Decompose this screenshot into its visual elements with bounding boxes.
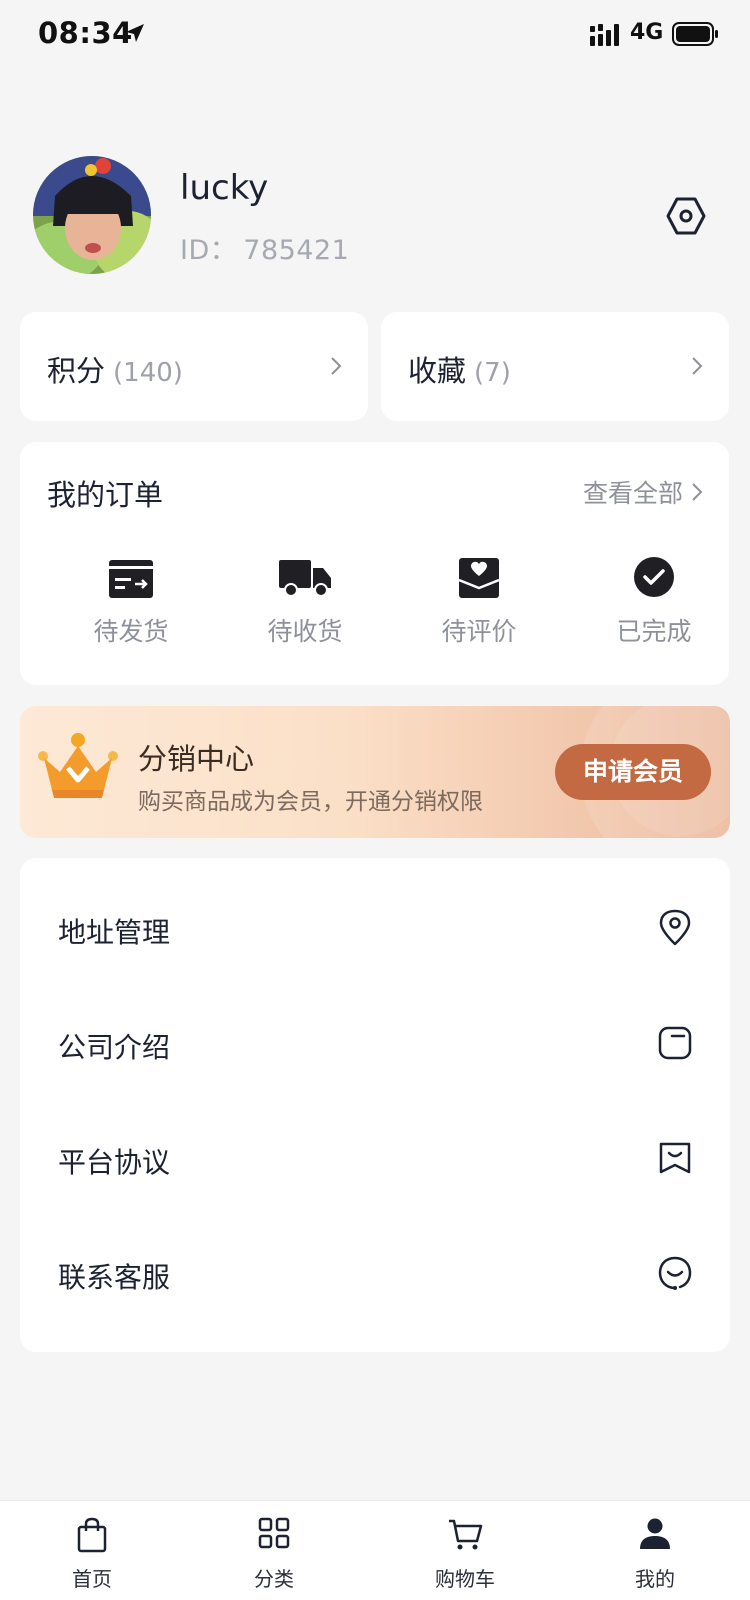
menu-label: 公司介绍 xyxy=(58,1031,171,1064)
agreement-icon xyxy=(659,1142,691,1174)
grid-icon xyxy=(258,1517,290,1549)
order-completed[interactable]: 已完成 xyxy=(594,552,714,648)
apply-member-button[interactable]: 申请会员 xyxy=(555,744,711,800)
heart-envelope-icon xyxy=(459,558,499,598)
username: lucky xyxy=(180,168,269,208)
cart-icon xyxy=(449,1519,483,1550)
menu-label: 联系客服 xyxy=(58,1261,171,1294)
view-all-orders-link[interactable]: 查看全部 xyxy=(583,474,703,510)
points-label: 积分 (140) xyxy=(47,354,183,388)
tab-cart[interactable]: 购物车 xyxy=(415,1517,515,1592)
crown-icon xyxy=(38,733,118,798)
settings-icon[interactable] xyxy=(666,196,706,236)
bottom-tab-bar: 首页 分类 购物车 我的 xyxy=(0,1500,750,1600)
tab-label: 分类 xyxy=(254,1567,294,1591)
order-label: 待收货 xyxy=(267,617,343,646)
chevron-right-icon xyxy=(331,357,342,375)
orders-card: 我的订单 查看全部 待发货 待收货 待评价 已完成 xyxy=(20,442,729,685)
user-id: ID： 785421 xyxy=(180,228,349,267)
menu-label: 平台协议 xyxy=(58,1146,171,1179)
customer-service-icon xyxy=(658,1256,692,1290)
distribution-title: 分销中心 xyxy=(138,742,255,776)
order-label: 已完成 xyxy=(616,617,692,646)
order-label: 待评价 xyxy=(441,617,517,646)
avatar[interactable] xyxy=(33,156,151,274)
order-label: 待发货 xyxy=(93,617,169,646)
points-count: (140) xyxy=(113,358,183,388)
user-icon xyxy=(640,1518,670,1549)
tab-mine[interactable]: 我的 xyxy=(605,1517,705,1592)
distribution-banner[interactable]: 分销中心 购买商品成为会员，开通分销权限 申请会员 xyxy=(20,706,730,838)
order-pending-receipt[interactable]: 待收货 xyxy=(245,552,365,648)
tab-label: 购物车 xyxy=(435,1567,495,1591)
truck-icon xyxy=(279,560,331,597)
user-id-value: 785421 xyxy=(243,235,350,266)
menu-label: 地址管理 xyxy=(58,916,171,949)
chevron-right-icon xyxy=(692,357,703,375)
document-icon xyxy=(658,1026,692,1060)
favorites-card[interactable]: 收藏 (7) xyxy=(381,312,729,421)
status-time: 08:34 xyxy=(38,16,133,50)
menu-item-agreement[interactable]: 平台协议 xyxy=(20,1101,730,1216)
card-transfer-icon xyxy=(109,560,153,598)
menu-item-address[interactable]: 地址管理 xyxy=(20,871,730,986)
favorites-count: (7) xyxy=(474,358,511,388)
tab-category[interactable]: 分类 xyxy=(224,1517,324,1592)
user-id-label: ID： xyxy=(180,235,238,266)
status-bar: 08:34 4G xyxy=(0,0,750,70)
distribution-subtitle: 购买商品成为会员，开通分销权限 xyxy=(138,789,483,815)
view-all-label: 查看全部 xyxy=(582,479,683,508)
battery-icon xyxy=(672,22,718,46)
favorites-label: 收藏 (7) xyxy=(408,354,511,388)
network-type: 4G xyxy=(630,20,664,45)
order-pending-review[interactable]: 待评价 xyxy=(419,552,539,648)
check-circle-icon xyxy=(634,557,674,597)
location-arrow-icon xyxy=(126,24,144,42)
chevron-right-icon xyxy=(692,483,703,501)
orders-title: 我的订单 xyxy=(47,478,164,512)
menu-card: 地址管理 公司介绍 平台协议 联系客服 xyxy=(20,858,730,1352)
location-pin-icon xyxy=(659,909,691,946)
points-card[interactable]: 积分 (140) xyxy=(20,312,368,421)
signal-icon xyxy=(590,24,619,46)
order-pending-shipment[interactable]: 待发货 xyxy=(71,552,191,648)
tab-label: 首页 xyxy=(72,1567,112,1591)
tab-home[interactable]: 首页 xyxy=(42,1517,142,1592)
shopping-bag-icon xyxy=(77,1517,107,1553)
tab-label: 我的 xyxy=(635,1567,675,1591)
menu-item-company[interactable]: 公司介绍 xyxy=(20,986,730,1101)
menu-item-customer-service[interactable]: 联系客服 xyxy=(20,1216,730,1331)
